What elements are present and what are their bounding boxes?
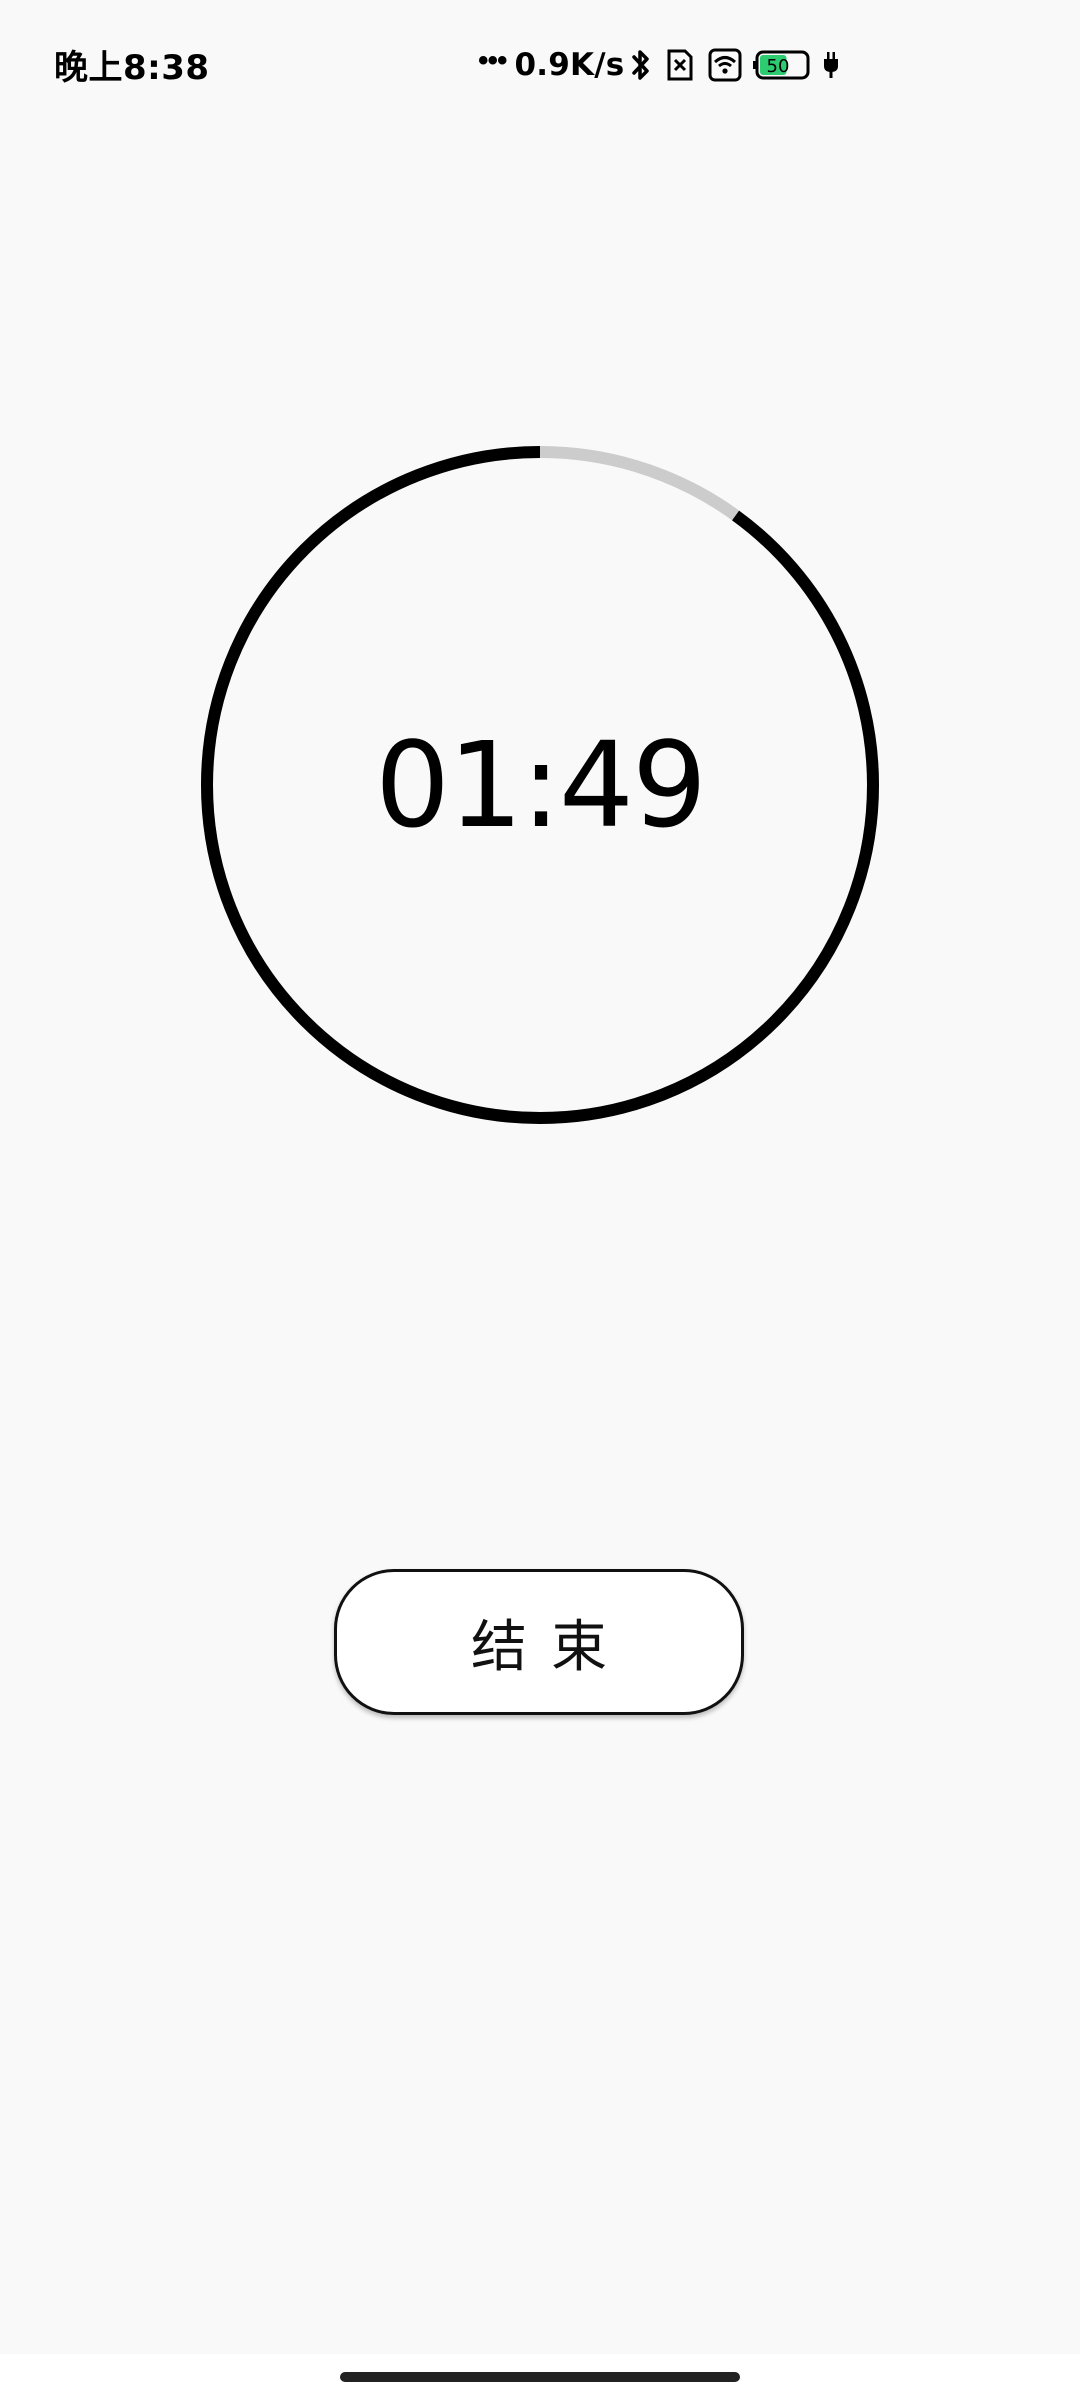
end-button[interactable]: 结束 <box>334 1569 744 1715</box>
more-notifications-icon: ••• <box>478 44 507 77</box>
status-icons: ••• 0.9K/s 50 <box>478 40 840 90</box>
status-bar: 晚上8:38 ••• 0.9K/s 50 <box>0 0 1080 130</box>
timer-display: 01:49 <box>374 716 707 854</box>
status-time: 晚上8:38 <box>54 48 210 88</box>
bluetooth-icon <box>630 48 652 82</box>
battery-level: 50 <box>767 56 790 77</box>
countdown-ring: 01:49 <box>200 445 880 1125</box>
wifi-icon <box>708 48 742 82</box>
battery-icon: 50 <box>752 49 814 81</box>
sim-off-icon <box>666 49 694 81</box>
charging-icon <box>822 50 840 80</box>
home-indicator[interactable] <box>340 2372 740 2382</box>
network-speed: 0.9K/s <box>514 47 625 83</box>
